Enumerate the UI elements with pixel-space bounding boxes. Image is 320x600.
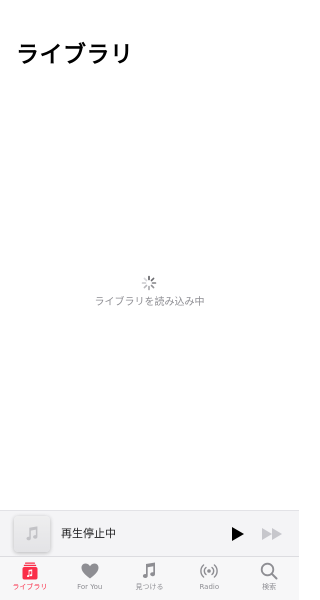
play-icon[interactable] [228,525,246,543]
loading-text: ライブラリを読み込み中 [94,297,205,308]
music-note-icon [143,562,156,579]
tab-label: 検索 [262,583,277,591]
tab-label: ライブラリ [12,583,48,591]
music-note-icon [26,526,38,541]
tab-for-you[interactable]: For You [60,557,120,600]
tab-label: For You [77,583,103,591]
search-icon [260,562,278,580]
loading-spinner-icon [141,275,157,291]
tab-search[interactable]: 検索 [239,557,299,600]
album-artwork[interactable] [14,516,50,552]
tab-label: Radio [199,583,220,591]
mini-player[interactable]: 再生停止中 [0,510,299,557]
radio-icon [200,564,219,578]
tab-radio[interactable]: Radio [179,557,239,600]
library-icon [22,562,38,580]
playback-status: 再生停止中 [61,527,116,540]
heart-icon [81,563,99,579]
tab-browse[interactable]: 見つける [120,557,180,600]
page-title: ライブラリ [16,42,134,68]
fast-forward-icon[interactable] [260,525,286,543]
tab-label: 見つける [135,583,164,591]
tab-bar: ライブラリ For You 見つける Radio 検索 [0,556,299,600]
tab-library[interactable]: ライブラリ [0,557,60,600]
